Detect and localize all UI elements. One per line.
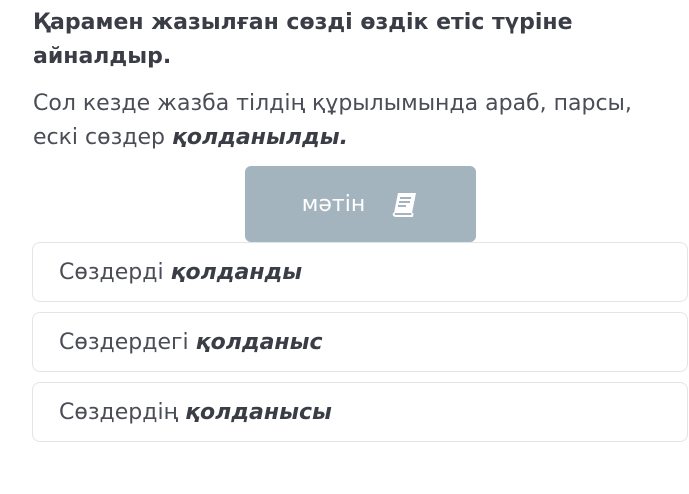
option-text: Сөздердің xyxy=(59,399,179,425)
option-highlight-word: қолданды xyxy=(170,259,303,285)
answer-option[interactable]: Сөздердегі қолданыс xyxy=(32,312,688,372)
option-text: Сөздерді xyxy=(59,259,164,285)
question-sentence: Сол кезде жазба тілдің құрылымында араб,… xyxy=(33,87,673,155)
sentence-highlight-word: қолданылды. xyxy=(171,125,348,150)
book-icon xyxy=(391,191,419,217)
quiz-page: Қарамен жазылған сөзді өздік етіс түріне… xyxy=(0,0,689,494)
option-highlight-word: қолданысы xyxy=(185,399,332,425)
answer-option[interactable]: Сөздерді қолданды xyxy=(32,242,688,302)
option-highlight-word: қолданыс xyxy=(195,329,323,355)
answer-option[interactable]: Сөздердің қолданысы xyxy=(32,382,688,442)
question-title: Қарамен жазылған сөзді өздік етіс түріне… xyxy=(33,10,573,69)
text-button[interactable]: мәтін xyxy=(245,166,476,242)
text-button-label: мәтін xyxy=(301,191,366,217)
option-text: Сөздердегі xyxy=(59,329,189,355)
